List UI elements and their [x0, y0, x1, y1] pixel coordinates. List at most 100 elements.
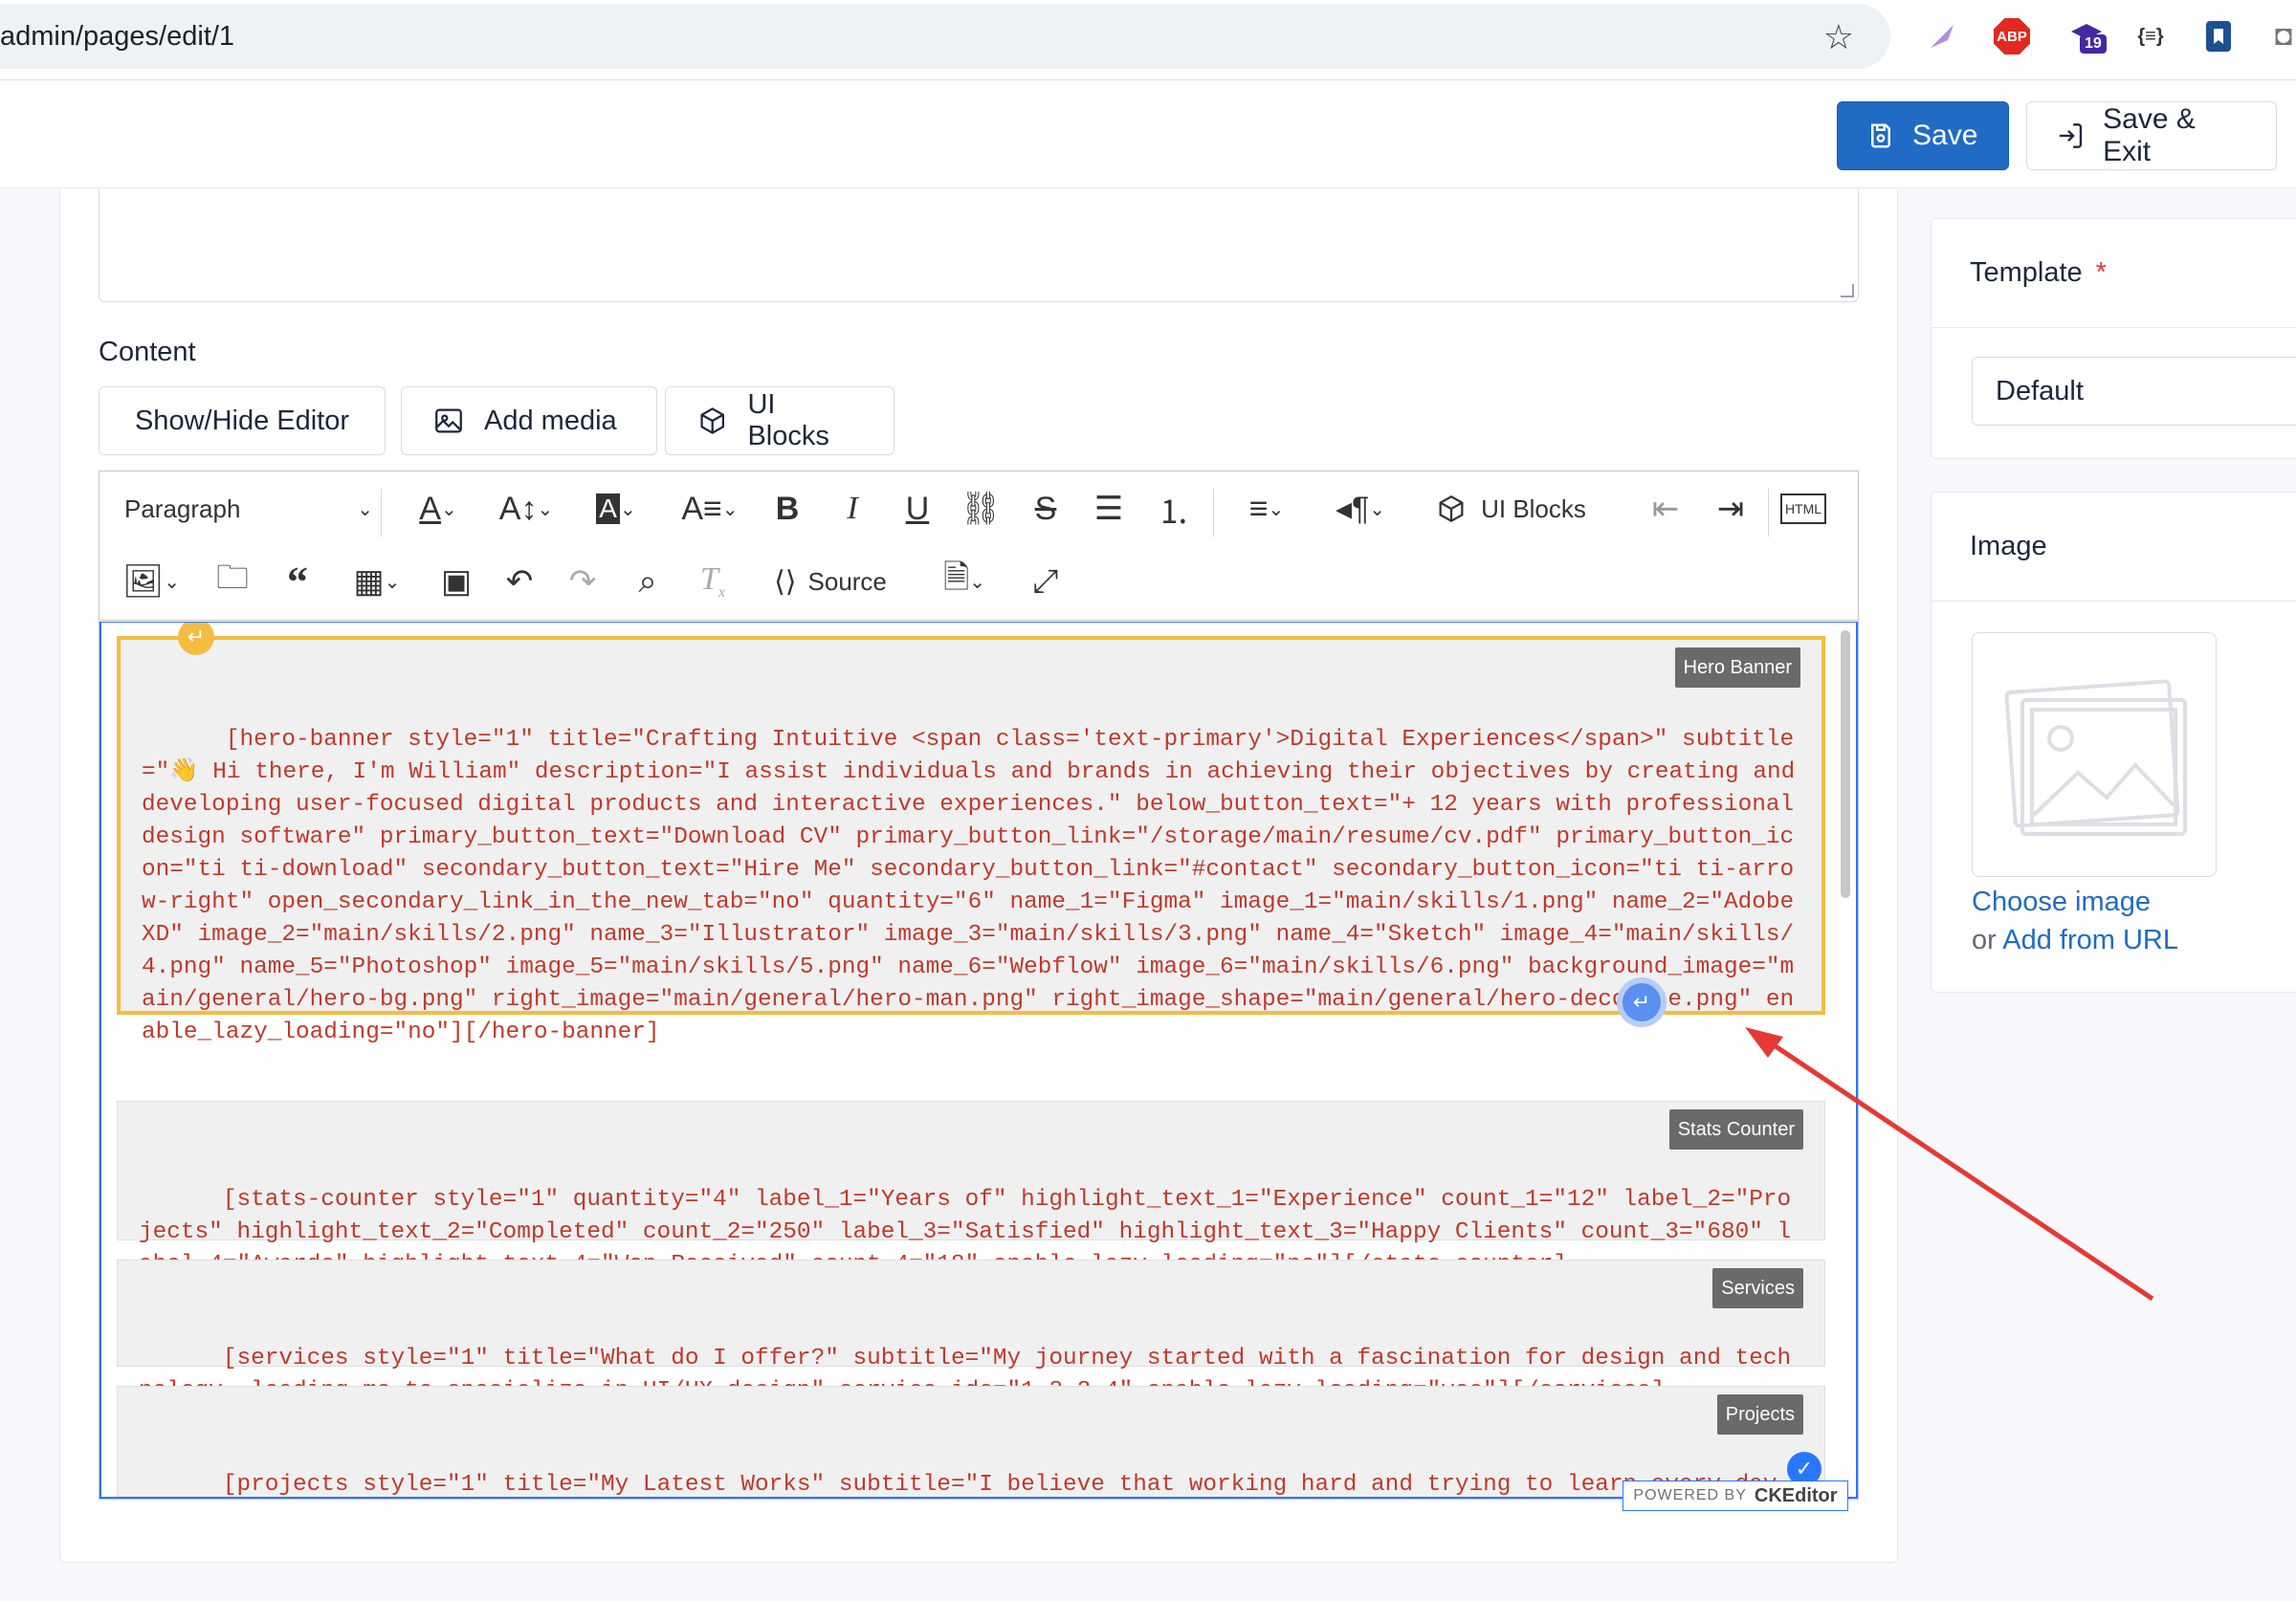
templates-button[interactable]: 🗎 ⌄ [926, 558, 1003, 605]
html-embed-button[interactable]: HTML [1779, 485, 1827, 533]
url-text[interactable]: admin/pages/edit/1 [0, 21, 234, 53]
camera-icon[interactable]: ◘ [2267, 15, 2296, 57]
add-media-button[interactable]: Add media [401, 386, 657, 455]
image-upload-icon: 🖼 [122, 563, 165, 600]
toolbar-separator [381, 489, 382, 537]
text-direction-button[interactable]: ◂¶ ⌄ [1322, 485, 1399, 533]
services-widget[interactable]: Services [services style="1" title="What… [117, 1260, 1825, 1404]
save-exit-button[interactable]: Save & Exit [2026, 101, 2277, 170]
template-card: Template * Default [1931, 218, 2296, 459]
fullscreen-button[interactable]: ⤢ [1022, 558, 1070, 605]
chevron-down-icon: ⌄ [164, 571, 180, 593]
underline-button[interactable]: U [894, 485, 941, 533]
stats-counter-widget[interactable]: Stats Counter [stats-counter style="1" q… [117, 1101, 1825, 1278]
image-placeholder[interactable] [1972, 632, 2217, 877]
numbered-list-button[interactable]: ⒈ [1150, 485, 1198, 533]
bold-icon: B [775, 490, 800, 527]
chevron-down-icon: ⌄ [384, 571, 401, 593]
annotation-arrow [1745, 1027, 2154, 1302]
add-media-label: Add media [484, 405, 617, 436]
json-icon[interactable]: {≡} [2131, 15, 2170, 57]
source-button[interactable]: ⟨⟩ Source [763, 558, 897, 605]
cube-icon [1439, 494, 1464, 523]
content-label: Content [99, 337, 196, 367]
editor-content-area[interactable]: Hero Banner [hero-banner style="1" title… [99, 622, 1858, 1499]
ui-blocks-label: UI Blocks [747, 389, 829, 451]
chevron-down-icon: ⌄ [357, 498, 373, 520]
placeholder-image-icon [2004, 679, 2187, 836]
strikethrough-icon: S [1034, 490, 1057, 527]
bold-button[interactable]: B [763, 485, 811, 533]
heading-dropdown-value: Paragraph [124, 493, 241, 523]
rich-text-editor: Paragraph ⌄ A ⌄ A↕ ⌄ A ⌄ A≡ ⌄ B I U ⛓ S ☰ ⒈ … [99, 471, 1859, 1500]
insert-table-button[interactable]: ▦ ⌄ [339, 558, 415, 605]
outdent-button[interactable]: ⇤ [1642, 485, 1689, 533]
widget-type-tag: Projects [1716, 1394, 1803, 1435]
remove-format-button[interactable]: Tx [689, 558, 737, 605]
ui-blocks-toolbar-button[interactable]: UI Blocks [1429, 485, 1592, 533]
bookmark-icon[interactable] [2202, 15, 2235, 57]
widget-type-tag: Hero Banner [1674, 647, 1800, 688]
address-bar[interactable]: admin/pages/edit/1 ☆ [0, 4, 1890, 69]
quill-icon[interactable] [1925, 15, 1959, 57]
ckeditor-brand: CKEditor [1754, 1484, 1838, 1506]
ui-blocks-toolbar-label: UI Blocks [1481, 493, 1586, 523]
background-color-icon: A [596, 493, 620, 524]
image-icon [435, 408, 462, 433]
font-color-icon: A [419, 490, 441, 527]
bulleted-list-icon: ☰ [1093, 491, 1124, 527]
font-size-button[interactable]: A↕ ⌄ [488, 485, 564, 533]
italic-button[interactable]: I [828, 485, 876, 533]
ckeditor-powered-badge[interactable]: POWERED BY CKEditor [1623, 1480, 1848, 1511]
bookmark-star-icon[interactable]: ☆ [1823, 17, 1854, 57]
heading-dropdown[interactable]: Paragraph ⌄ [124, 485, 373, 533]
indent-icon: ⇥ [1716, 491, 1745, 527]
file-manager-button[interactable]: 🗀 [209, 558, 256, 605]
ui-blocks-button[interactable]: UI Blocks [665, 386, 894, 455]
redo-button[interactable]: ↷ [559, 558, 607, 605]
graduate-icon[interactable]: 19 [2063, 15, 2110, 57]
save-button[interactable]: Save [1837, 101, 2009, 170]
link-button[interactable]: ⛓ [957, 485, 1004, 533]
bulleted-list-button[interactable]: ☰ [1085, 485, 1133, 533]
insert-paragraph-after-icon[interactable]: ↵ [1617, 977, 1667, 1027]
font-color-button[interactable]: A ⌄ [400, 485, 476, 533]
remove-format-icon: Tx [699, 561, 726, 601]
browser-toolbar: admin/pages/edit/1 ☆ ABP 19 {≡} ◘ [0, 0, 2296, 80]
chevron-down-icon: ⌄ [969, 571, 986, 593]
add-from-url-link[interactable]: Add from URL [2002, 925, 2178, 955]
toolbar-separator [1768, 489, 1769, 537]
align-left-icon: ≡ [1248, 490, 1269, 527]
image-card-header: Image [1932, 493, 2296, 602]
choose-image-link[interactable]: Choose image [1972, 887, 2151, 918]
italic-icon: I [847, 491, 858, 526]
find-replace-button[interactable]: ⌕ [624, 558, 672, 605]
chevron-down-icon: ⌄ [1369, 498, 1386, 520]
insert-image-button[interactable]: 🖼 ⌄ [113, 558, 189, 605]
indent-button[interactable]: ⇥ [1707, 485, 1755, 533]
shortcode-text: [hero-banner style="1" title="Crafting I… [142, 727, 1809, 1045]
template-select[interactable]: Default [1972, 357, 2296, 426]
choose-image-label: Choose image [1972, 887, 2151, 917]
redo-icon: ↷ [568, 563, 597, 600]
editor-scrollbar[interactable] [1841, 630, 1850, 898]
media-embed-button[interactable]: ▣ [432, 558, 480, 605]
extension-badge: 19 [2080, 34, 2107, 54]
projects-widget[interactable]: Projects [projects style="1" title="My L… [117, 1386, 1825, 1497]
strikethrough-button[interactable]: S [1022, 485, 1070, 533]
resize-handle[interactable] [1841, 284, 1854, 297]
background-color-button[interactable]: A ⌄ [578, 485, 654, 533]
source-code-icon: ⟨⟩ [774, 565, 797, 598]
hero-banner-widget[interactable]: Hero Banner [hero-banner style="1" title… [117, 636, 1825, 1045]
page-header: Save Save & Exit [0, 81, 2296, 188]
font-family-button[interactable]: A≡ ⌄ [672, 485, 748, 533]
show-hide-editor-button[interactable]: Show/Hide Editor [99, 386, 386, 455]
undo-button[interactable]: ↶ [496, 558, 543, 605]
description-textarea[interactable] [99, 189, 1859, 302]
save-icon [1871, 123, 1890, 148]
abp-icon[interactable]: ABP [1994, 18, 2030, 55]
blockquote-button[interactable]: “ [274, 558, 321, 605]
save-exit-label: Save & Exit [2103, 103, 2196, 167]
alignment-button[interactable]: ≡ ⌄ [1228, 485, 1305, 533]
folder-plus-icon: 🗀 [216, 559, 249, 596]
